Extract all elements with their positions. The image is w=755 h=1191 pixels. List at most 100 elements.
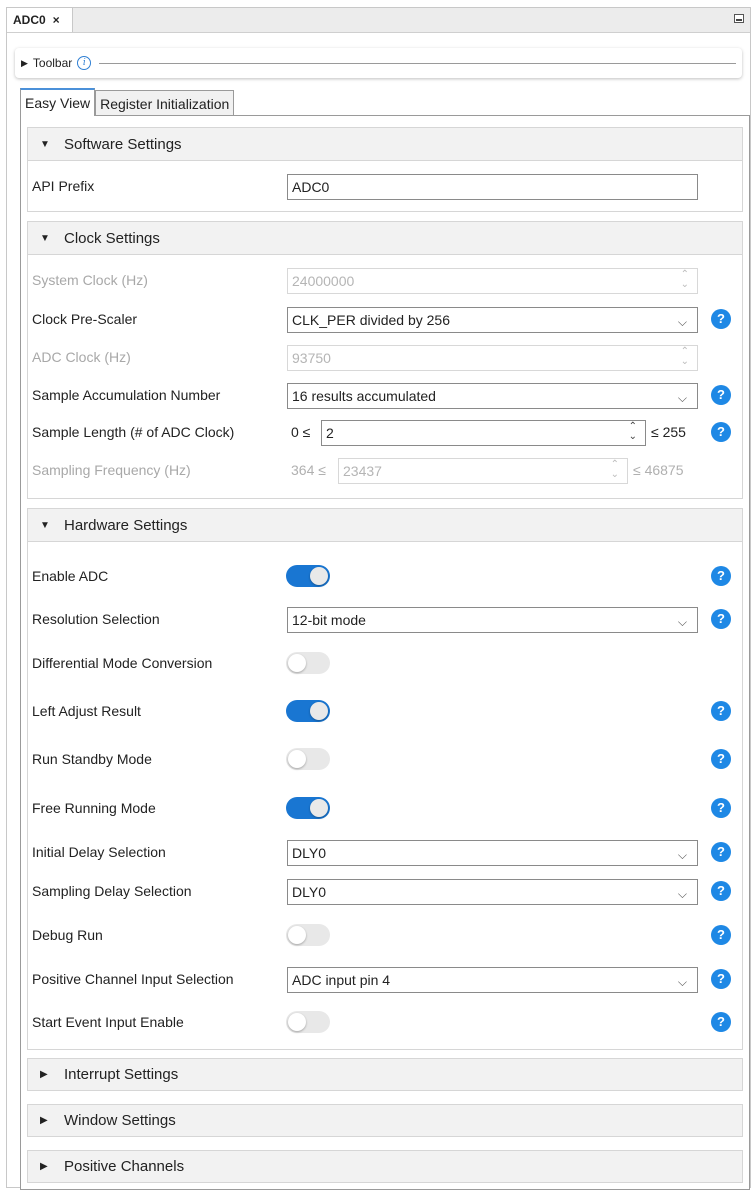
- sampling-delay-label: Sampling Delay Selection: [32, 883, 192, 899]
- expanded-arrow-icon: ▼: [40, 232, 50, 244]
- view-tabs: Easy View Register Initialization: [20, 88, 235, 116]
- help-icon[interactable]: ?: [711, 749, 731, 769]
- section-title: Window Settings: [64, 1112, 176, 1129]
- left-adjust-toggle[interactable]: [286, 700, 330, 722]
- spinner-arrows-icon[interactable]: ⌃ ⌄: [629, 422, 637, 442]
- start-event-label: Start Event Input Enable: [32, 1014, 184, 1030]
- positive-channel-select[interactable]: ADC input pin 4 ⌵: [287, 967, 698, 993]
- system-clock-label: System Clock (Hz): [32, 272, 148, 288]
- tab-register-initialization[interactable]: Register Initialization: [95, 90, 235, 116]
- close-tab-icon[interactable]: ×: [53, 13, 60, 27]
- sample-length-spinner[interactable]: 2 ⌃ ⌄: [321, 420, 646, 446]
- api-prefix-label: API Prefix: [32, 178, 95, 194]
- section-title: Clock Settings: [64, 229, 160, 247]
- sampling-frequency-min: 364 ≤: [291, 462, 326, 478]
- sample-length-max: ≤ 255: [651, 424, 686, 440]
- sampling-delay-select[interactable]: DLY0 ⌵: [287, 879, 698, 905]
- api-prefix-row: API Prefix ADC0: [28, 171, 742, 201]
- help-icon[interactable]: ?: [711, 881, 731, 901]
- help-icon[interactable]: ?: [711, 422, 731, 442]
- enable-adc-label: Enable ADC: [32, 568, 109, 584]
- run-standby-toggle[interactable]: [286, 748, 330, 770]
- clock-settings-section: ▼ Clock Settings System Clock (Hz) 24000…: [27, 221, 743, 499]
- clock-prescaler-label: Clock Pre-Scaler: [32, 311, 138, 327]
- resolution-select[interactable]: 12-bit mode ⌵: [287, 607, 698, 633]
- help-icon[interactable]: ?: [711, 925, 731, 945]
- start-event-row: Start Event Input Enable ?: [28, 1007, 742, 1037]
- section-title: Hardware Settings: [64, 516, 188, 534]
- expanded-arrow-icon: ▼: [40, 519, 50, 531]
- positive-channels-header[interactable]: ▶ Positive Channels: [28, 1151, 742, 1182]
- accumulation-value: 16 results accumulated: [292, 388, 436, 404]
- free-running-toggle[interactable]: [286, 797, 330, 819]
- window-settings-header[interactable]: ▶ Window Settings: [28, 1105, 742, 1136]
- resolution-label: Resolution Selection: [32, 611, 160, 627]
- accumulation-select[interactable]: 16 results accumulated ⌵: [287, 383, 698, 409]
- help-icon[interactable]: ?: [711, 309, 731, 329]
- run-standby-label: Run Standby Mode: [32, 751, 152, 767]
- differential-row: Differential Mode Conversion: [28, 648, 742, 678]
- sample-length-min: 0 ≤: [291, 424, 311, 440]
- help-icon[interactable]: ?: [711, 1012, 731, 1032]
- sampling-frequency-label: Sampling Frequency (Hz): [32, 462, 191, 478]
- initial-delay-label: Initial Delay Selection: [32, 844, 166, 860]
- system-clock-spinner: 24000000 ⌃ ⌄: [287, 268, 698, 294]
- initial-delay-select[interactable]: DLY0 ⌵: [287, 840, 698, 866]
- help-icon[interactable]: ?: [711, 798, 731, 818]
- expanded-arrow-icon: ▼: [40, 138, 50, 150]
- free-running-row: Free Running Mode ?: [28, 793, 742, 823]
- section-title: Positive Channels: [64, 1158, 185, 1175]
- clock-settings-header[interactable]: ▼ Clock Settings: [28, 222, 742, 255]
- info-icon[interactable]: i: [77, 56, 92, 70]
- clock-prescaler-select[interactable]: CLK_PER divided by 256 ⌵: [287, 307, 698, 333]
- enable-adc-row: Enable ADC ?: [28, 561, 742, 591]
- help-icon[interactable]: ?: [711, 842, 731, 862]
- chevron-down-icon: ⌵: [677, 848, 687, 862]
- interrupt-settings-section: ▶ Interrupt Settings: [27, 1058, 743, 1091]
- software-settings-header[interactable]: ▼ Software Settings: [28, 128, 742, 161]
- start-event-toggle[interactable]: [286, 1011, 330, 1033]
- toolbar-divider: [99, 62, 736, 64]
- initial-delay-value: DLY0: [292, 845, 326, 861]
- toolbar-collapsible[interactable]: ▶ Toolbar i: [15, 48, 742, 78]
- help-icon[interactable]: ?: [711, 969, 731, 989]
- collapsed-arrow-icon: ▶: [40, 1161, 48, 1172]
- system-clock-value: 24000000: [292, 273, 355, 289]
- sampling-frequency-max: ≤ 46875: [633, 462, 684, 478]
- accumulation-label: Sample Accumulation Number: [32, 387, 221, 403]
- collapsed-arrow-icon: ▶: [21, 57, 28, 68]
- accumulation-row: Sample Accumulation Number 16 results ac…: [28, 380, 742, 410]
- enable-adc-toggle[interactable]: [286, 565, 330, 587]
- clock-prescaler-row: Clock Pre-Scaler CLK_PER divided by 256 …: [28, 304, 742, 334]
- software-settings-section: ▼ Software Settings API Prefix ADC0: [27, 127, 743, 212]
- document-tab-adc0[interactable]: ADC0 ×: [7, 8, 73, 32]
- section-title: Interrupt Settings: [64, 1066, 179, 1083]
- hardware-settings-header[interactable]: ▼ Hardware Settings: [28, 509, 742, 542]
- editor-titlebar: ADC0 ×: [7, 8, 750, 33]
- minimize-icon[interactable]: [734, 14, 744, 23]
- chevron-down-icon: ⌵: [677, 887, 687, 901]
- run-standby-row: Run Standby Mode ?: [28, 744, 742, 774]
- debug-run-toggle[interactable]: [286, 924, 330, 946]
- resolution-value: 12-bit mode: [292, 612, 366, 628]
- tab-easy-view[interactable]: Easy View: [20, 88, 96, 116]
- differential-toggle[interactable]: [286, 652, 330, 674]
- sampling-delay-row: Sampling Delay Selection DLY0 ⌵ ?: [28, 876, 742, 906]
- system-clock-row: System Clock (Hz) 24000000 ⌃ ⌄: [28, 265, 742, 295]
- api-prefix-input[interactable]: ADC0: [287, 174, 698, 200]
- debug-run-label: Debug Run: [32, 927, 103, 943]
- sample-length-row: Sample Length (# of ADC Clock) 0 ≤ 2 ⌃ ⌄ …: [28, 417, 742, 447]
- adc-clock-row: ADC Clock (Hz) 93750 ⌃ ⌄: [28, 342, 742, 372]
- spinner-arrows-icon: ⌃ ⌄: [610, 459, 619, 480]
- initial-delay-row: Initial Delay Selection DLY0 ⌵ ?: [28, 837, 742, 867]
- sampling-delay-value: DLY0: [292, 884, 326, 900]
- toolbar-label: Toolbar: [32, 56, 73, 70]
- document-tab-title: ADC0: [13, 13, 46, 27]
- help-icon[interactable]: ?: [711, 609, 731, 629]
- help-icon[interactable]: ?: [711, 566, 731, 586]
- debug-run-row: Debug Run ?: [28, 920, 742, 950]
- sample-length-label: Sample Length (# of ADC Clock): [32, 424, 235, 440]
- help-icon[interactable]: ?: [711, 385, 731, 405]
- help-icon[interactable]: ?: [711, 701, 731, 721]
- interrupt-settings-header[interactable]: ▶ Interrupt Settings: [28, 1059, 742, 1090]
